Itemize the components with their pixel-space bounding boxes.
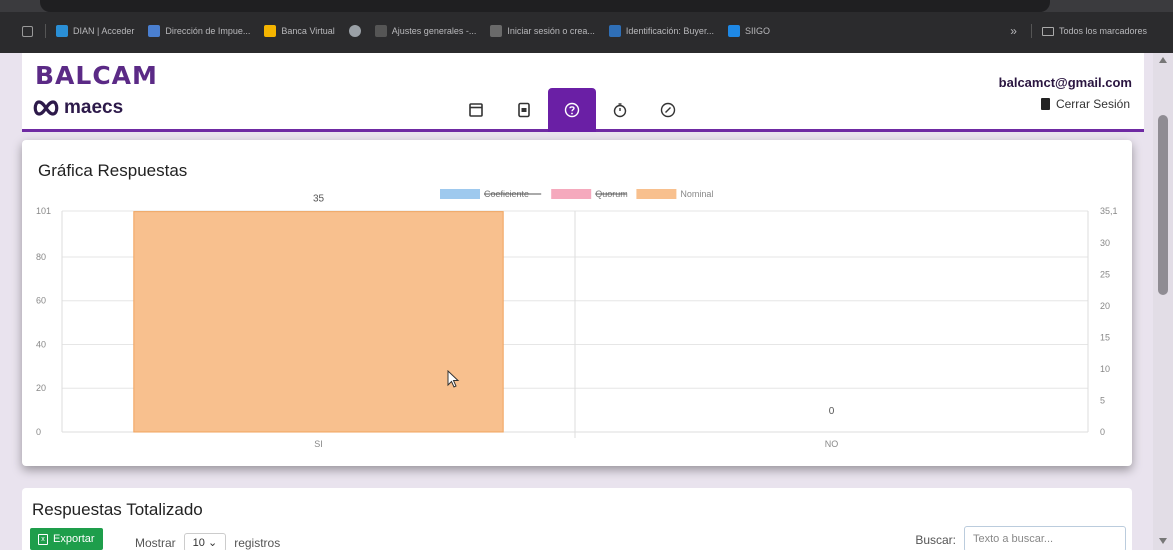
brand-logo[interactable]: maecs bbox=[32, 97, 123, 119]
bookmark-label: Ajustes generales -... bbox=[391, 26, 477, 36]
totals-title: Respuestas Totalizado bbox=[32, 500, 203, 519]
bookmarks-overflow-button[interactable]: » bbox=[1010, 24, 1017, 38]
legend-swatch bbox=[551, 189, 592, 199]
legend-swatch bbox=[636, 189, 677, 199]
buyer-icon bbox=[608, 25, 621, 37]
nav-voting[interactable] bbox=[500, 88, 548, 132]
bookmark-item[interactable]: Identificación: Buyer... bbox=[608, 25, 714, 37]
bookmark-label: Iniciar sesión o crea... bbox=[507, 26, 595, 36]
folder-icon bbox=[1041, 26, 1054, 36]
y-right-tick-label: 5 bbox=[1100, 396, 1105, 406]
y-right-tick-label: 35,1 bbox=[1100, 206, 1118, 216]
y-left-tick-label: 80 bbox=[36, 252, 46, 262]
bookmark-item[interactable] bbox=[348, 25, 361, 37]
chevron-down-icon: ⌄ bbox=[207, 537, 218, 549]
door-icon bbox=[1040, 98, 1050, 110]
search-label: Buscar: bbox=[915, 533, 956, 547]
data-label: 0 bbox=[829, 406, 835, 417]
search-input[interactable]: Texto a buscar... bbox=[964, 526, 1126, 550]
bookmark-item[interactable]: DIAN | Acceder bbox=[56, 25, 134, 37]
bank-icon bbox=[264, 25, 277, 37]
dian-icon bbox=[56, 25, 68, 37]
page-size-select[interactable]: 10 ⌄ bbox=[183, 533, 227, 550]
calendar-icon bbox=[469, 103, 483, 117]
y-right-tick-label: 30 bbox=[1100, 238, 1110, 248]
show-label: Mostrar bbox=[135, 535, 176, 550]
question-icon bbox=[564, 102, 580, 118]
main-nav bbox=[452, 88, 692, 132]
all-bookmarks-button[interactable]: Todos los marcadores bbox=[1041, 26, 1147, 36]
user-email: balcamct@gmail.com bbox=[998, 75, 1132, 90]
bookmark-label: Identificación: Buyer... bbox=[625, 26, 714, 36]
page-size-control: Mostrar 10 ⌄ registros bbox=[135, 533, 280, 550]
nav-calendar[interactable] bbox=[452, 88, 500, 132]
bookmark-label: SIIGO bbox=[744, 26, 770, 36]
x-tick-label: SI bbox=[314, 439, 323, 449]
bookmark-item[interactable]: Dirección de Impue... bbox=[148, 25, 250, 37]
page-scrollbar[interactable] bbox=[1153, 53, 1173, 550]
brand-subtitle: maecs bbox=[64, 97, 124, 118]
login-icon bbox=[490, 25, 503, 37]
browser-bookmarks-bar: DIAN | Acceder Dirección de Impue... Banca… bbox=[0, 0, 1173, 53]
y-right-tick-label: 10 bbox=[1100, 364, 1110, 374]
siigo-icon bbox=[727, 25, 740, 37]
y-right-tick-label: 20 bbox=[1100, 301, 1110, 311]
data-label: 35 bbox=[313, 194, 325, 205]
legend-label: Nominal bbox=[680, 189, 713, 199]
dian-arrow-icon bbox=[148, 25, 161, 37]
responses-bar-chart: 02040608010105101520253035,1SI NO350Coefi… bbox=[36, 189, 1118, 449]
y-right-tick-label: 0 bbox=[1100, 427, 1105, 437]
y-left-tick-label: 101 bbox=[36, 206, 51, 216]
timer-icon bbox=[613, 103, 627, 118]
y-left-tick-label: 0 bbox=[36, 427, 41, 437]
scroll-down-arrow-icon[interactable] bbox=[1159, 538, 1167, 544]
bookmark-label: Dirección de Impue... bbox=[165, 26, 251, 36]
brand-logo-text: BALCAM bbox=[35, 61, 158, 90]
chart-card: Gráfica Respuestas 0 20 40 60 80 101 0 5 10 15 20 2… bbox=[22, 140, 1132, 466]
scroll-up-arrow-icon[interactable] bbox=[1159, 57, 1167, 63]
logout-button[interactable]: Cerrar Sesión bbox=[1040, 97, 1130, 111]
nav-timer[interactable] bbox=[596, 88, 644, 132]
app-header: BALCAM maecs balcamct@gmail.com Cerrar S… bbox=[22, 53, 1144, 132]
excel-icon: x bbox=[38, 533, 48, 545]
apps-grid-icon[interactable] bbox=[22, 25, 33, 37]
nav-check[interactable] bbox=[644, 88, 692, 132]
infinity-logo-icon bbox=[33, 100, 59, 116]
check-circle-icon bbox=[660, 102, 676, 118]
bar bbox=[133, 211, 504, 433]
tab-strip bbox=[0, 0, 1173, 12]
bookmark-item[interactable]: Ajustes generales -... bbox=[374, 25, 477, 37]
y-left-tick-label: 20 bbox=[36, 383, 46, 393]
x-tick-label: NO bbox=[825, 439, 839, 449]
mouse-cursor-icon bbox=[447, 370, 460, 388]
nav-questions[interactable] bbox=[548, 88, 596, 132]
bookmark-label: Banca Virtual bbox=[281, 26, 335, 36]
y-left-tick-label: 60 bbox=[36, 296, 46, 306]
scrollbar-thumb[interactable] bbox=[1158, 115, 1168, 295]
totals-table-card: Respuestas Totalizado x Exportar Mostrar… bbox=[22, 488, 1132, 550]
y-right-tick-label: 25 bbox=[1100, 270, 1110, 280]
y-right-tick-label: 15 bbox=[1100, 333, 1110, 343]
settings-icon bbox=[374, 25, 387, 37]
bookmark-item[interactable]: Banca Virtual bbox=[264, 25, 335, 37]
legend-swatch bbox=[440, 189, 480, 199]
bookmark-item[interactable]: SIIGO bbox=[727, 25, 770, 37]
records-label: registros bbox=[234, 535, 281, 550]
y-left-tick-label: 40 bbox=[36, 339, 46, 349]
ballot-box-icon bbox=[518, 102, 530, 118]
bookmark-label: DIAN | Acceder bbox=[73, 26, 135, 36]
export-button[interactable]: x Exportar bbox=[30, 528, 103, 550]
bookmark-item[interactable]: Iniciar sesión o crea... bbox=[490, 25, 595, 37]
bookmarks-row: DIAN | Acceder Dirección de Impue... Banca… bbox=[0, 18, 1173, 44]
globe-icon bbox=[348, 25, 361, 37]
